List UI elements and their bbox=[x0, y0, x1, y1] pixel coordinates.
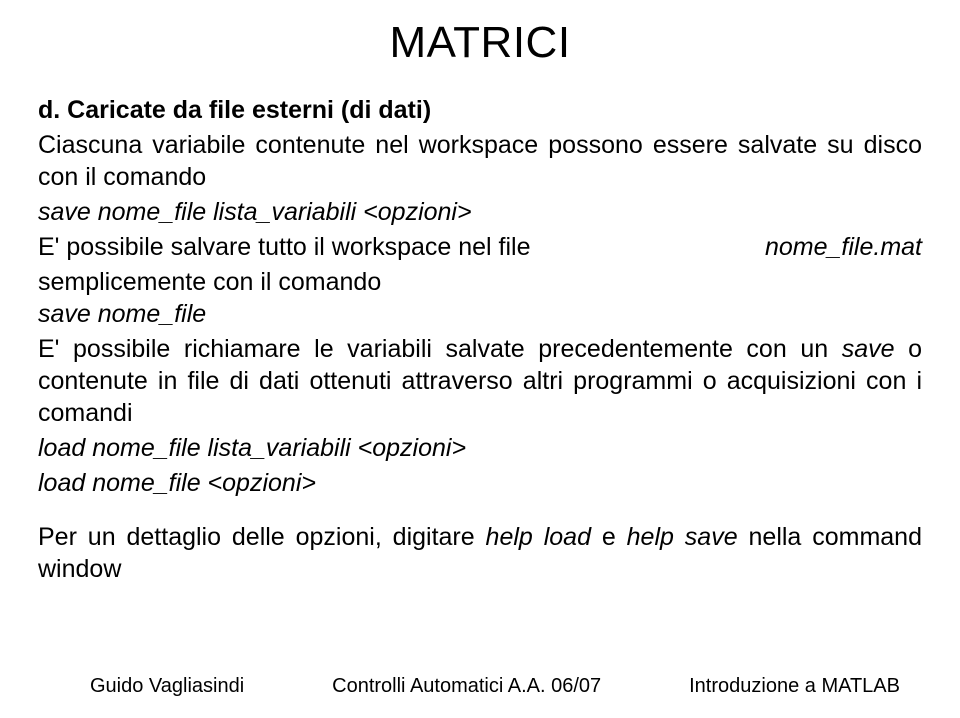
slide-container: MATRICI d. Caricate da file esterni (di … bbox=[0, 0, 960, 718]
paragraph-recall: E' possibile richiamare le variabili sal… bbox=[38, 333, 922, 429]
paragraph-help: Per un dettaglio delle opzioni, digitare… bbox=[38, 521, 922, 585]
slide-content: d. Caricate da file esterni (di dati) Ci… bbox=[38, 94, 922, 585]
inline-help-load: help load bbox=[486, 523, 591, 551]
slide-footer: Guido Vagliasindi Controlli Automatici A… bbox=[0, 675, 960, 698]
code-load-vars: load nome_file lista_variabili <opzioni> bbox=[38, 432, 922, 464]
code-load-file: load nome_file <opzioni> bbox=[38, 467, 922, 499]
inline-save: save bbox=[842, 335, 895, 363]
code-save-file: save nome_file bbox=[38, 298, 922, 330]
footer-author: Guido Vagliasindi bbox=[90, 675, 244, 698]
footer-course: Controlli Automatici A.A. 06/07 bbox=[332, 675, 601, 698]
text-fragment: E' possibile salvare tutto il workspace … bbox=[38, 231, 531, 263]
text-fragment: Per un dettaglio delle opzioni, digitare bbox=[38, 523, 486, 551]
filename: nome_file.mat bbox=[765, 231, 922, 263]
paragraph-save-workspace: E' possibile salvare tutto il workspace … bbox=[38, 231, 922, 298]
code-save-vars: save nome_file lista_variabili <opzioni> bbox=[38, 196, 922, 228]
text-fragment: E' possibile richiamare le variabili sal… bbox=[38, 335, 842, 363]
section-heading: d. Caricate da file esterni (di dati) bbox=[38, 94, 922, 126]
text-fragment: semplicemente con il comando bbox=[38, 266, 922, 298]
paragraph-intro: Ciascuna variabile contenute nel workspa… bbox=[38, 129, 922, 193]
footer-topic: Introduzione a MATLAB bbox=[689, 675, 900, 698]
text-fragment: e bbox=[591, 523, 627, 551]
slide-title: MATRICI bbox=[38, 18, 922, 68]
inline-help-save: help save bbox=[627, 523, 738, 551]
